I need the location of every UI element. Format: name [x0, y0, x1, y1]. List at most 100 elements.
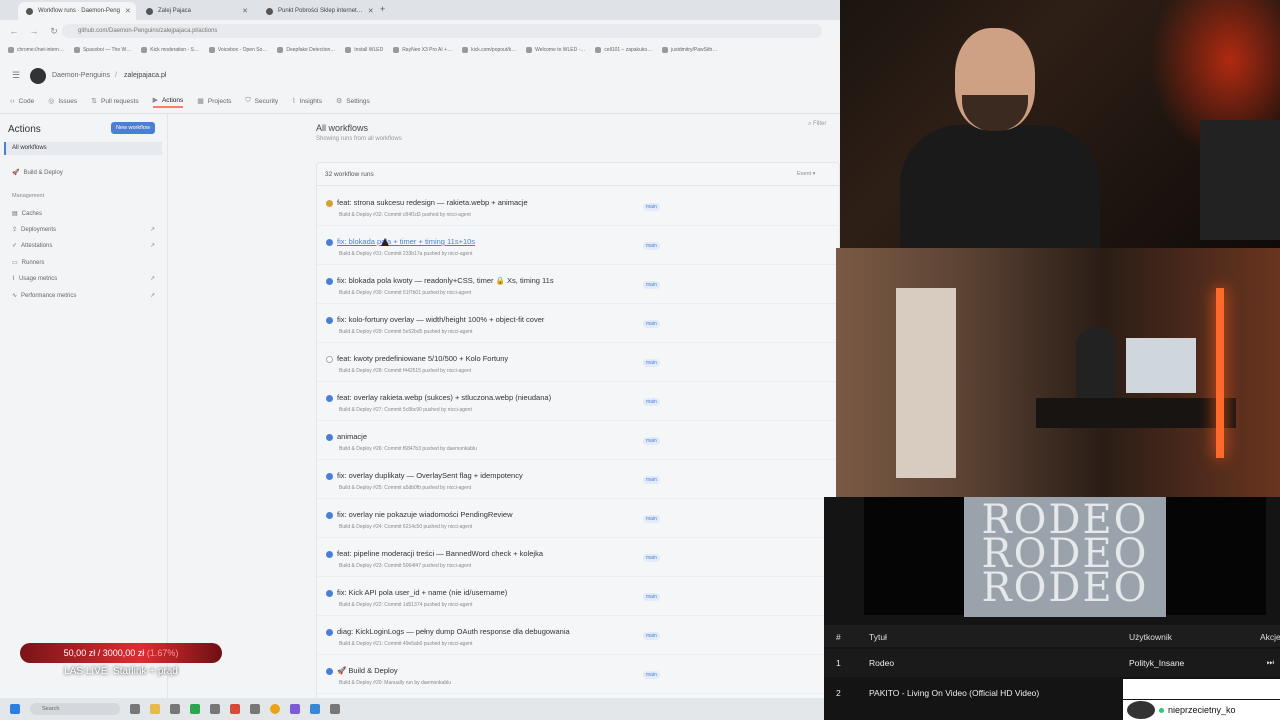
hamburger-icon[interactable]: ☰: [12, 70, 20, 81]
taskbar-app-icon[interactable]: [250, 704, 260, 714]
branch-badge[interactable]: main: [643, 671, 660, 679]
taskbar-app-icon[interactable]: [330, 704, 340, 714]
folder-icon[interactable]: [150, 704, 160, 714]
bookmark[interactable]: Spaceboi — The W…: [73, 47, 131, 53]
playlist-row[interactable]: 1 Rodeo Polityk_Insane ⏭: [824, 649, 1280, 677]
tab-security[interactable]: ⛉ Security: [245, 94, 278, 108]
new-tab-icon[interactable]: +: [380, 4, 385, 14]
branch-badge[interactable]: main: [643, 359, 660, 367]
workflow-run-row[interactable]: fix: kolo-fortuny overlay — width/height…: [317, 304, 840, 343]
branch-badge[interactable]: main: [643, 281, 660, 289]
run-title[interactable]: feat: kwoty predefiniowane 5/10/500 + Ko…: [337, 354, 508, 363]
bookmark[interactable]: RayNeo X3 Pro AI +…: [393, 47, 452, 53]
bookmark[interactable]: chrome://net-intern…: [8, 47, 64, 53]
chrome-icon[interactable]: [270, 704, 280, 714]
bookmark[interactable]: kick.com/popout/k…: [462, 47, 516, 53]
tab-insights[interactable]: ⌇ Insights: [292, 94, 322, 108]
workflow-run-row[interactable]: feat: kwoty predefiniowane 5/10/500 + Ko…: [317, 343, 840, 382]
forward-icon[interactable]: →: [28, 26, 40, 36]
run-title[interactable]: feat: pipeline moderacji treści — Banned…: [337, 549, 543, 558]
repo-owner[interactable]: Daemon-Penguins: [52, 72, 110, 79]
event-filter-dropdown[interactable]: Event ▾: [797, 171, 815, 177]
run-title[interactable]: fix: kolo-fortuny overlay — width/height…: [337, 315, 544, 324]
branch-badge[interactable]: main: [643, 437, 660, 445]
close-icon[interactable]: ✕: [242, 7, 248, 15]
sidebar-item-all-workflows[interactable]: All workflows: [4, 142, 162, 155]
branch-badge[interactable]: main: [643, 632, 660, 640]
in-progress-icon: [326, 200, 333, 207]
taskbar-app-icon[interactable]: [210, 704, 220, 714]
run-title[interactable]: fix: blokada pola + timer + timing 11s+1…: [337, 237, 475, 246]
tab-projects[interactable]: ▦ Projects: [197, 94, 231, 108]
run-title[interactable]: fix: Kick API pola user_id + name (nie i…: [337, 588, 507, 597]
taskbar-search[interactable]: Search: [30, 703, 120, 715]
bookmark[interactable]: justdmitry/PawSith…: [662, 47, 717, 53]
sidebar-item-deployments[interactable]: ⇪ Deployments ↗: [12, 226, 155, 234]
taskbar-app-icon[interactable]: [230, 704, 240, 714]
bookmark[interactable]: Install WLED: [345, 47, 383, 53]
bookmark[interactable]: Welcome to WLED -…: [526, 47, 585, 53]
run-title[interactable]: 🚀 Build & Deploy: [337, 666, 398, 675]
run-title[interactable]: fix: overlay nie pokazuje wiadomości Pen…: [337, 510, 513, 519]
close-icon[interactable]: ✕: [125, 7, 131, 15]
workflow-run-row[interactable]: feat: overlay rakieta.webp (sukces) + st…: [317, 382, 840, 421]
skip-icon[interactable]: ⏭: [1267, 658, 1274, 668]
sidebar-item-performance-metrics[interactable]: ∿ Performance metrics ↗: [12, 292, 155, 300]
workflow-run-row[interactable]: diag: KickLoginLogs — pełny dump OAuth r…: [317, 616, 840, 655]
workflow-run-row[interactable]: 🚀 Build & Deploy Build & Deploy #20: Manu…: [317, 655, 840, 694]
close-icon[interactable]: ✕: [368, 7, 374, 15]
sidebar-item-usage-metrics[interactable]: ⌇ Usage metrics ↗: [12, 275, 155, 283]
run-title[interactable]: feat: strona sukcesu redesign — rakieta.…: [337, 198, 528, 207]
spotify-icon[interactable]: [190, 704, 200, 714]
taskbar-app-icon[interactable]: [290, 704, 300, 714]
workflow-run-row[interactable]: fix: blokada pola + timer + timing 11s+1…: [317, 226, 840, 265]
taskbar-app-icon[interactable]: [130, 704, 140, 714]
bookmark[interactable]: Voicebox - Open So…: [208, 47, 267, 53]
branch-badge[interactable]: main: [643, 242, 660, 250]
taskbar-app-icon[interactable]: [170, 704, 180, 714]
workflow-run-row[interactable]: animacje Build & Deploy #26: Commit f6847…: [317, 421, 840, 460]
sidebar-item-attestations[interactable]: ✓ Attestations ↗: [12, 242, 155, 250]
branch-badge[interactable]: main: [643, 476, 660, 484]
sidebar-item-runners[interactable]: ▭ Runners: [12, 259, 44, 267]
branch-badge[interactable]: main: [643, 593, 660, 601]
tab-workflow-runs[interactable]: Workflow runs · Daemon-Peng ✕: [18, 2, 136, 20]
bookmark[interactable]: cell101 – zapakuko…: [595, 47, 652, 53]
url-input[interactable]: github.com/Daemon-Penguins/zalejpajaca.p…: [62, 24, 822, 38]
bookmark[interactable]: Deepfake Detection…: [277, 47, 335, 53]
workflow-run-row[interactable]: fix: overlay duplikaty — OverlaySent fla…: [317, 460, 840, 499]
tab-issues[interactable]: ◎ Issues: [48, 94, 77, 108]
taskbar-app-icon[interactable]: [310, 704, 320, 714]
tab-pull-requests[interactable]: ⇅ Pull requests: [91, 94, 138, 108]
tab-zalej-pajaca[interactable]: Zalej Pajaca ✕: [138, 2, 256, 20]
workflow-run-row[interactable]: fix: blokada pola kwoty — readonly+CSS, …: [317, 265, 840, 304]
filter-input[interactable]: ⌕ Filter: [808, 121, 826, 128]
workflow-run-row[interactable]: feat: pipeline moderacji treści — Banned…: [317, 538, 840, 577]
workflow-run-row[interactable]: feat: strona sukcesu redesign — rakieta.…: [317, 187, 840, 226]
windows-start-icon[interactable]: [10, 704, 20, 714]
sidebar-item-build-deploy[interactable]: 🚀 Build & Deploy: [12, 169, 63, 177]
branch-badge[interactable]: main: [643, 515, 660, 523]
run-title[interactable]: fix: blokada pola kwoty — readonly+CSS, …: [337, 276, 554, 285]
branch-badge[interactable]: main: [643, 320, 660, 328]
tab-settings[interactable]: ⚙ Settings: [336, 94, 370, 108]
bookmark[interactable]: Kick moderation - S…: [141, 47, 199, 53]
branch-badge[interactable]: main: [643, 554, 660, 562]
workflow-run-row[interactable]: fix: overlay nie pokazuje wiadomości Pen…: [317, 499, 840, 538]
github-logo-icon[interactable]: [30, 68, 46, 84]
run-title[interactable]: fix: overlay duplikaty — OverlaySent fla…: [337, 471, 523, 480]
branch-badge[interactable]: main: [643, 398, 660, 406]
back-icon[interactable]: ←: [8, 26, 20, 36]
branch-badge[interactable]: main: [643, 203, 660, 211]
workflow-run-row[interactable]: fix: Kick API pola user_id + name (nie i…: [317, 577, 840, 616]
repo-name[interactable]: zalejpajaca.pl: [124, 72, 166, 79]
reload-icon[interactable]: ↻: [48, 26, 60, 37]
run-title[interactable]: feat: overlay rakieta.webp (sukces) + st…: [337, 393, 551, 402]
tab-sklep[interactable]: Punkt Pobrości Sklep internet… ✕: [258, 2, 376, 20]
sidebar-item-caches[interactable]: ▤ Caches: [12, 210, 42, 218]
tab-actions[interactable]: ▶ Actions: [152, 94, 184, 108]
new-workflow-button[interactable]: New workflow: [111, 122, 155, 134]
tab-code[interactable]: ‹› Code: [10, 94, 34, 108]
run-title[interactable]: animacje: [337, 432, 367, 441]
run-title[interactable]: diag: KickLoginLogs — pełny dump OAuth r…: [337, 627, 570, 636]
